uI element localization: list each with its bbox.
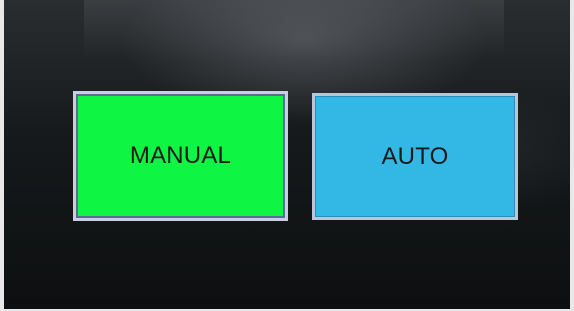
auto-button-label: AUTO	[381, 142, 449, 170]
screen-glare	[84, 0, 504, 60]
auto-mode-button[interactable]: AUTO	[312, 93, 518, 220]
hmi-screen: MANUAL AUTO	[0, 0, 574, 311]
manual-button-label: MANUAL	[129, 142, 232, 169]
manual-mode-button[interactable]: MANUAL	[73, 91, 288, 221]
